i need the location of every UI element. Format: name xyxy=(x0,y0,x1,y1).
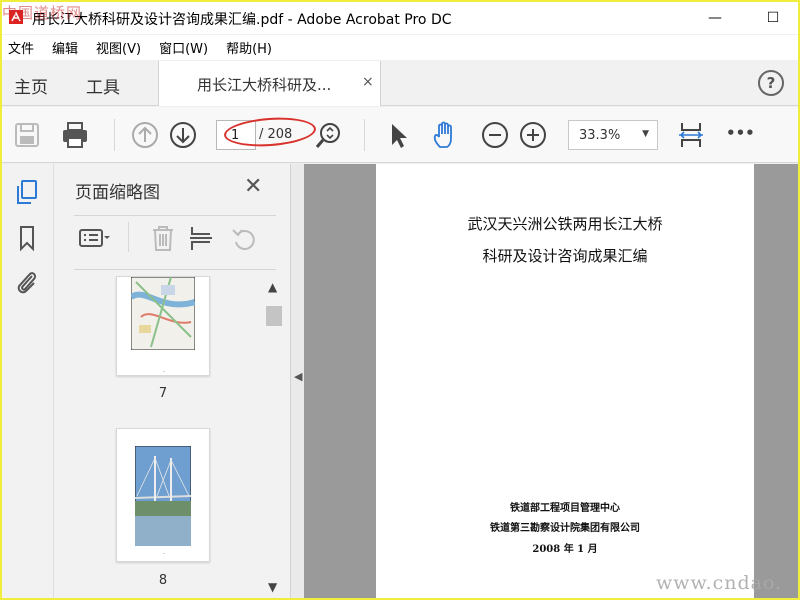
menu-help[interactable]: 帮助(H) xyxy=(226,38,272,57)
page-thumbnails-icon[interactable] xyxy=(14,178,40,206)
menu-view[interactable]: 视图(V) xyxy=(96,38,141,57)
panel-divider xyxy=(74,215,276,216)
panel-splitter[interactable]: ◀ xyxy=(290,164,304,598)
close-panel-icon[interactable]: ✕ xyxy=(244,174,262,199)
scroll-down-icon[interactable]: ▼ xyxy=(268,580,277,594)
toolbar-divider xyxy=(114,119,115,151)
main-toolbar: 1 / 208 33.3% ▼ ••• xyxy=(2,107,798,163)
tab-bar: 主页 工具 用长江大桥科研及... × ? xyxy=(2,61,798,106)
panel-divider xyxy=(74,269,276,270)
window-title: 用长江大桥科研及设计咨询成果汇编.pdf - Adobe Acrobat Pro… xyxy=(32,12,452,28)
title-bar: 用长江大桥科研及设计咨询成果汇编.pdf - Adobe Acrobat Pro… xyxy=(2,2,798,34)
insert-pages-icon[interactable] xyxy=(186,224,218,252)
menu-edit[interactable]: 编辑 xyxy=(52,38,78,57)
chevron-down-icon: ▼ xyxy=(642,129,649,139)
tab-document[interactable]: 用长江大桥科研及... × xyxy=(159,61,381,106)
document-tab-label: 用长江大桥科研及... xyxy=(197,76,332,94)
close-tab-icon[interactable]: × xyxy=(362,74,374,90)
select-arrow-icon[interactable] xyxy=(384,120,414,150)
scroll-up-icon[interactable]: ▲ xyxy=(268,280,277,294)
toolbar-divider xyxy=(364,119,365,151)
menu-file[interactable]: 文件 xyxy=(8,38,34,57)
page-thumbnail[interactable]: . xyxy=(116,276,210,376)
bookmarks-icon[interactable] xyxy=(14,224,40,252)
panel-title: 页面缩略图 xyxy=(75,183,160,203)
attachments-icon[interactable] xyxy=(14,268,40,296)
thumbnail-page-number: 8 xyxy=(158,573,168,588)
menu-bar: 文件 编辑 视图(V) 窗口(W) 帮助(H) xyxy=(2,35,798,60)
thumbnail-page-number: 7 xyxy=(158,386,168,401)
zoom-scroll-icon[interactable] xyxy=(314,120,344,150)
page-footer-mark: . xyxy=(163,549,165,556)
collapse-panel-icon[interactable]: ◀ xyxy=(294,370,302,383)
acrobat-window: 用长江大桥科研及设计咨询成果汇编.pdf - Adobe Acrobat Pro… xyxy=(2,2,798,598)
delete-page-icon[interactable] xyxy=(147,224,179,252)
more-tools-icon[interactable]: ••• xyxy=(726,124,756,154)
print-icon[interactable] xyxy=(60,120,90,150)
thumbnails-scrollbar[interactable]: ▲ ▼ xyxy=(264,276,282,598)
site-watermark-top: 中国道桥网 xyxy=(2,4,83,22)
document-title-line2: 科研及设计咨询成果汇编 xyxy=(482,247,648,265)
bridge-photo-thumbnail xyxy=(135,446,191,546)
document-page: 武汉天兴洲公铁两用长江大桥 科研及设计咨询成果汇编 铁道部工程项目管理中心 铁道… xyxy=(376,164,754,598)
document-title-line1: 武汉天兴洲公铁两用长江大桥 xyxy=(467,215,663,233)
page-footer-mark: . xyxy=(163,367,165,374)
thumbnails-panel: 页面缩略图 ✕ . 7 . 8 ▲ ▼ xyxy=(54,164,290,598)
page-thumbnail[interactable]: . xyxy=(116,428,210,562)
menu-window[interactable]: 窗口(W) xyxy=(159,38,208,57)
thumbnail-options-icon[interactable] xyxy=(78,224,110,252)
document-date: 2008 年 1 月 xyxy=(532,544,598,555)
panel-tool-divider xyxy=(128,222,129,252)
site-watermark-bottom: www.cndao. xyxy=(656,572,783,594)
rotate-page-icon[interactable] xyxy=(228,224,260,252)
minimize-button[interactable]: — xyxy=(692,2,738,34)
previous-page-icon[interactable] xyxy=(130,120,160,150)
tab-home[interactable]: 主页 xyxy=(14,73,48,98)
zoom-level-value: 33.3% xyxy=(579,128,621,143)
document-org-line1: 铁道部工程项目管理中心 xyxy=(510,503,620,514)
document-view[interactable]: 武汉天兴洲公铁两用长江大桥 科研及设计咨询成果汇编 铁道部工程项目管理中心 铁道… xyxy=(304,164,798,598)
zoom-in-icon[interactable] xyxy=(518,120,548,150)
fit-page-icon[interactable] xyxy=(676,120,706,150)
map-thumbnail-image xyxy=(131,277,195,350)
next-page-icon[interactable] xyxy=(168,120,198,150)
scrollbar-thumb[interactable] xyxy=(266,306,282,326)
help-icon[interactable]: ? xyxy=(758,70,784,96)
tab-tools[interactable]: 工具 xyxy=(86,73,120,98)
maximize-button[interactable]: ☐ xyxy=(750,2,796,34)
hand-tool-icon[interactable] xyxy=(430,120,460,150)
save-icon[interactable] xyxy=(12,120,42,150)
navigation-rail xyxy=(2,164,54,598)
zoom-level-dropdown[interactable]: 33.3% ▼ xyxy=(568,120,658,150)
zoom-out-icon[interactable] xyxy=(480,120,510,150)
document-org-line2: 铁道第三勘察设计院集团有限公司 xyxy=(490,523,640,534)
